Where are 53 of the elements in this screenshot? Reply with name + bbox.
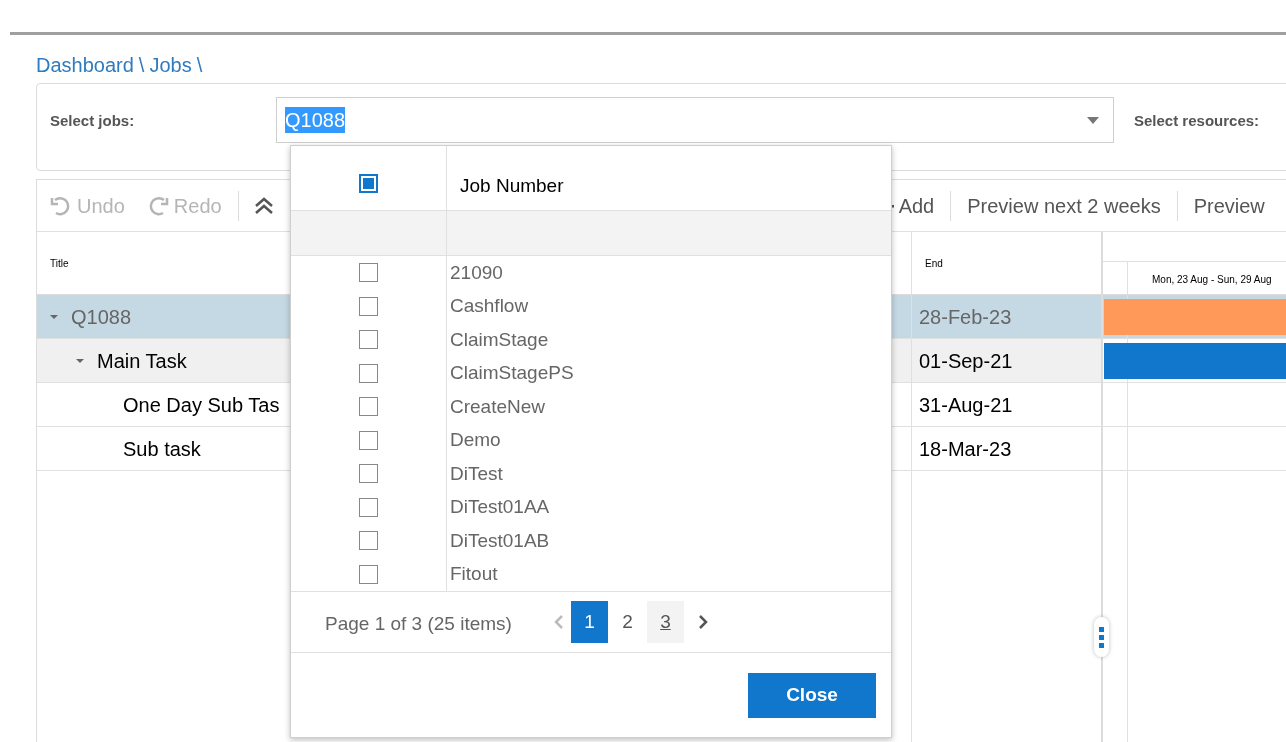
task-title: Main Task [97,348,187,374]
dropdown-caret-icon [1087,116,1099,124]
checkbox[interactable] [359,497,378,517]
jobs-combobox[interactable]: Q1088 [276,97,1114,143]
breadcrumb-separator: \ [138,53,145,78]
column-header: End [924,256,943,271]
job-number[interactable]: CreateNew [447,390,546,424]
toolbar-button[interactable]: Preview [1193,190,1265,221]
job-number[interactable]: DiTest01AB [447,524,550,558]
checkbox[interactable] [359,330,378,350]
selected-value: Q1088 [285,107,346,133]
breadcrumb-separator: \ [196,53,203,78]
column-header: Job Number [459,174,564,198]
collapse-button[interactable] [253,196,274,215]
job-number[interactable]: Demo [447,423,501,457]
checkbox[interactable] [359,296,378,316]
checkbox[interactable] [359,531,378,551]
checkbox[interactable] [359,397,378,417]
checkbox[interactable] [359,263,378,283]
timeline-header: Mon, 23 Aug - Sun, 29 Aug [1151,273,1272,287]
page-button[interactable]: 3 [646,601,684,643]
job-number[interactable]: DiTest01AA [447,490,550,524]
task-title: One Day Sub Tas [123,392,280,418]
select-all-checkbox[interactable] [359,173,378,193]
breadcrumb-link[interactable]: Dashboard [36,50,134,80]
undo-icon [50,194,72,217]
page-button[interactable]: 2 [608,601,646,643]
job-number[interactable]: Cashflow [447,289,529,323]
job-number[interactable]: Fitout [447,557,498,591]
job-number[interactable]: 21090 [447,256,503,290]
next-page-icon[interactable] [699,615,709,629]
page-button[interactable]: 1 [570,601,608,643]
end-date: 01-Sep-21 [919,348,1013,374]
checkbox[interactable] [359,430,378,450]
task-title: Q1088 [71,304,132,330]
column-header: Title [49,256,69,271]
job-number[interactable]: ClaimStagePS [447,356,574,390]
checkbox[interactable] [359,464,378,484]
breadcrumb-link[interactable]: Jobs [149,50,192,80]
field-label: Select resources: [1134,111,1260,131]
end-date: 28-Feb-23 [919,304,1012,330]
job-number[interactable]: DiTest [447,457,503,491]
task-title: Sub task [123,436,201,462]
splitter-handle[interactable] [1094,617,1109,657]
field-label: Select jobs: [49,111,136,131]
close-button[interactable]: Close [748,673,876,718]
checkbox[interactable] [359,363,378,383]
checkbox[interactable] [359,564,378,584]
job-number[interactable]: ClaimStage [447,323,549,357]
toolbar-button[interactable]: Preview next 2 weeks [967,190,1161,221]
end-date: 31-Aug-21 [919,392,1013,418]
end-date: 18-Mar-23 [919,436,1012,462]
pager-info: Page 1 of 3 (25 items) [325,611,512,636]
